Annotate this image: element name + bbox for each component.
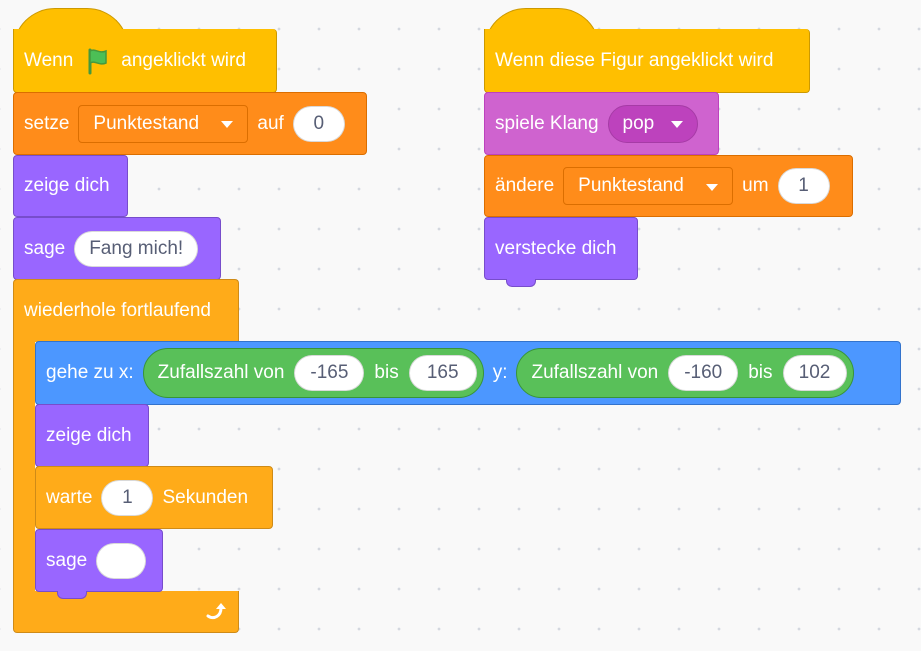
forever-footer[interactable] (13, 591, 239, 633)
goto-label: gehe zu x: (46, 362, 134, 383)
go-to-xy-block[interactable]: gehe zu x: Zufallszahl von -165 bis 165 … (35, 341, 901, 405)
play-sound-block[interactable]: spiele Klang pop (484, 92, 719, 155)
green-flag-icon (82, 46, 112, 76)
set-variable-block[interactable]: setze Punktestand auf 0 (13, 92, 367, 155)
say-label: sage (24, 237, 66, 259)
y-label: y: (492, 362, 508, 383)
change-label: ändere (495, 175, 555, 196)
say-label-2: sage (46, 549, 88, 571)
change-variable-block[interactable]: ändere Punktestand um 1 (484, 155, 853, 217)
say-text-input[interactable]: Fang mich! (74, 230, 199, 267)
show-block-2[interactable]: zeige dich (35, 404, 149, 467)
random-y-to-label: bis (748, 362, 773, 383)
forever-arm (13, 340, 35, 594)
show-block[interactable]: zeige dich (13, 155, 128, 217)
random-x-to-label: bis (374, 362, 399, 383)
block-notch-2 (506, 279, 536, 287)
dropdown-caret-icon (706, 183, 719, 191)
change-value-input[interactable]: 1 (777, 168, 830, 204)
random-x-label: Zufallszahl von (157, 362, 285, 383)
sound-name: pop (622, 112, 655, 134)
hat-label-pre: Wenn (24, 49, 74, 71)
random-y-from-input[interactable]: -160 (668, 355, 739, 391)
show-label-2: zeige dich (46, 424, 132, 446)
say-text-input-2[interactable] (96, 542, 147, 579)
wait-seconds-input[interactable]: 1 (101, 479, 154, 516)
hide-block[interactable]: verstecke dich (484, 217, 638, 280)
wait-label: warte (46, 486, 93, 508)
wait-unit-label: Sekunden (162, 486, 249, 508)
random-x-to-input[interactable]: 165 (408, 355, 477, 391)
show-label: zeige dich (24, 175, 110, 196)
variable-dropdown-2[interactable]: Punktestand (563, 167, 734, 205)
random-y-label: Zufallszahl von (531, 362, 659, 383)
say-block-2[interactable]: sage (35, 529, 163, 592)
variable-name: Punktestand (93, 112, 200, 134)
say-block[interactable]: sage Fang mich! (13, 217, 221, 280)
wait-block[interactable]: warte 1 Sekunden (35, 466, 273, 529)
variable-dropdown[interactable]: Punktestand (78, 104, 249, 143)
random-y-reporter[interactable]: Zufallszahl von -160 bis 102 (516, 348, 854, 398)
loop-arrow-icon (204, 600, 228, 624)
sound-dropdown[interactable]: pop (607, 104, 698, 143)
by-label: um (742, 175, 769, 196)
set-value-input[interactable]: 0 (292, 105, 345, 142)
hide-label: verstecke dich (495, 237, 617, 259)
dropdown-caret-icon (670, 121, 683, 128)
random-y-to-input[interactable]: 102 (782, 355, 847, 391)
random-x-reporter[interactable]: Zufallszahl von -165 bis 165 (142, 348, 484, 398)
play-sound-label: spiele Klang (495, 112, 599, 134)
random-x-from-input[interactable]: -165 (294, 355, 365, 391)
to-label: auf (257, 112, 284, 134)
when-sprite-clicked-block[interactable]: Wenn diese Figur angeklickt wird (484, 29, 810, 93)
when-flag-clicked-block[interactable]: Wenn angeklickt wird (13, 29, 277, 93)
set-label: setze (24, 112, 70, 134)
block-notch (57, 591, 87, 599)
hat-label-post: angeklickt wird (121, 49, 246, 71)
forever-label: wiederhole fortlaufend (24, 300, 211, 321)
hat2-label: Wenn diese Figur angeklickt wird (495, 49, 774, 71)
variable-name-2: Punktestand (578, 175, 684, 196)
dropdown-caret-icon (221, 121, 234, 128)
forever-header[interactable]: wiederhole fortlaufend (13, 279, 239, 342)
